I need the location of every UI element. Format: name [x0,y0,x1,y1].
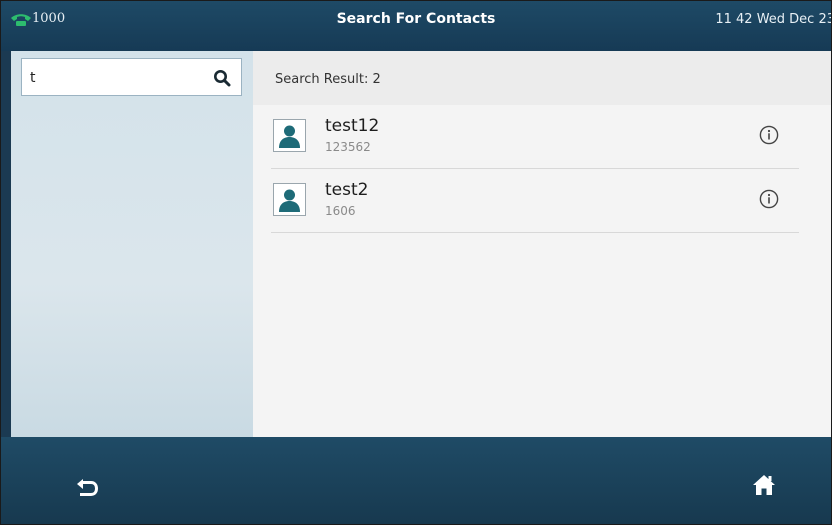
avatar [273,119,306,152]
home-icon[interactable] [752,474,776,496]
person-icon [277,123,302,148]
search-input[interactable] [30,67,210,89]
phone-screen: 1000 Search For Contacts 11 42 Wed Dec 2… [0,0,832,525]
contact-name: test12 [325,116,380,136]
search-box[interactable] [21,58,242,96]
result-count: Search Result: 2 [275,72,381,87]
bottom-bar [1,437,831,524]
contact-row[interactable]: test2 1606 [253,169,831,233]
back-icon[interactable] [75,477,99,497]
info-icon[interactable] [759,189,779,209]
page-title: Search For Contacts [336,11,496,27]
contact-row[interactable]: test12 123562 [253,105,831,169]
result-header: Search Result: 2 [253,51,831,105]
search-pane [11,51,253,437]
row-divider [271,232,799,233]
contact-number: 123562 [325,140,371,154]
results-pane: Search Result: 2 test12 123562 test2 160… [253,51,831,437]
search-icon[interactable] [213,69,231,87]
info-icon[interactable] [759,125,779,145]
contact-number: 1606 [325,204,356,218]
person-icon [277,187,302,212]
status-bar: 1000 Search For Contacts 11 42 Wed Dec 2… [1,1,831,51]
avatar [273,183,306,216]
contact-name: test2 [325,180,369,200]
date-time: 11 42 Wed Dec 23 [715,12,832,27]
contact-list: test12 123562 test2 1606 [253,105,831,233]
